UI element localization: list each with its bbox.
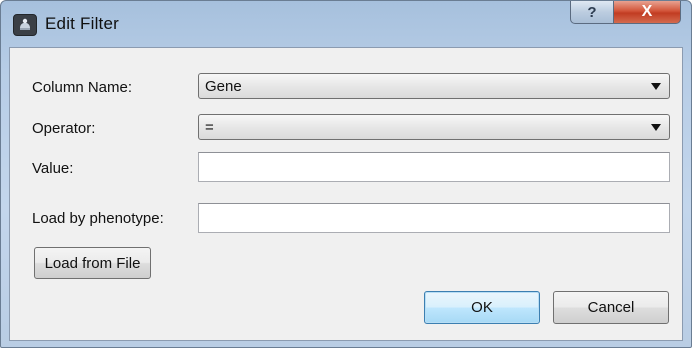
- column-name-label: Column Name:: [32, 79, 133, 96]
- cancel-button[interactable]: Cancel: [553, 291, 669, 324]
- app-icon: [13, 14, 37, 36]
- window-controls: ? X: [570, 1, 681, 25]
- operator-select[interactable]: =: [198, 114, 670, 140]
- title-bar[interactable]: Edit Filter ? X: [1, 1, 691, 47]
- close-icon: X: [641, 3, 653, 20]
- help-button[interactable]: ?: [570, 1, 614, 24]
- value-label: Value:: [32, 160, 74, 177]
- column-name-value: Gene: [205, 78, 242, 95]
- chevron-down-icon: [651, 83, 661, 90]
- column-name-select[interactable]: Gene: [198, 73, 670, 99]
- ok-button[interactable]: OK: [424, 291, 540, 324]
- window-title: Edit Filter: [45, 14, 119, 33]
- close-button[interactable]: X: [614, 1, 681, 24]
- help-icon: ?: [587, 3, 597, 21]
- operator-value: =: [205, 119, 214, 136]
- value-input[interactable]: [198, 152, 670, 182]
- phenotype-input[interactable]: [198, 203, 670, 233]
- load-from-file-button[interactable]: Load from File: [34, 247, 151, 279]
- operator-label: Operator:: [32, 120, 96, 137]
- edit-filter-dialog: Edit Filter ? X Column Name: Gene Operat…: [0, 0, 692, 348]
- dialog-body: Column Name: Gene Operator: = Value: Loa…: [9, 47, 683, 341]
- chevron-down-icon: [651, 124, 661, 131]
- phenotype-label: Load by phenotype:: [32, 210, 164, 227]
